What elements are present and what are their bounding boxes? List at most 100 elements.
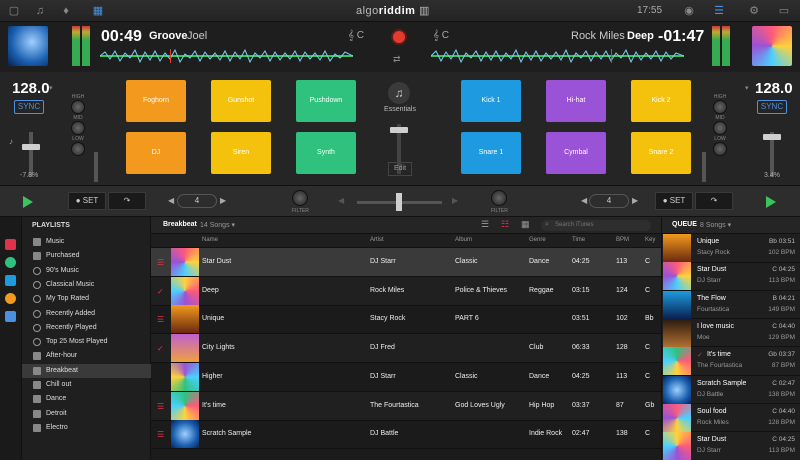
track-artwork[interactable] [171,362,199,391]
eq-right-low-knob[interactable] [713,142,727,156]
sidebar-item[interactable]: Recently Added [22,307,151,321]
deck-right-waveform[interactable] [431,49,684,63]
deck-left-loop-icon[interactable]: ↷ [108,192,146,210]
sampler-volume-knob[interactable] [390,127,408,133]
track-artwork[interactable] [171,248,199,276]
sidebar-item[interactable]: Breakbeat [22,363,151,378]
xfader-left-icon[interactable]: ◀ [338,196,344,205]
queue-artwork[interactable] [663,375,691,404]
deck-right-cover[interactable] [752,26,792,66]
deck-right-channel-fader[interactable] [702,152,706,182]
sidebar-item[interactable]: Electro [22,421,151,435]
sample-pad[interactable]: Kick 1 [461,80,521,122]
sample-pad[interactable]: Kick 2 [631,80,691,122]
eq-right-high-knob[interactable] [713,100,727,114]
bpm-stepper-icon[interactable]: ▾ [49,84,53,92]
deck-left-waveform[interactable] [100,49,353,63]
sidebar-item[interactable]: Detroit [22,407,151,421]
deck-left-play-icon[interactable] [23,196,33,208]
sampler-music-icon[interactable]: ♫ [388,82,410,104]
deck-left-sync-button[interactable]: SYNC [14,100,44,114]
sample-pad[interactable]: Snare 1 [461,132,521,174]
deck-left-set-button[interactable]: ● SET [68,192,106,210]
grid-icon[interactable]: ▦ [92,5,104,17]
queue-item[interactable]: Star Dust DJ Starr C 04:25 113 BPM [662,432,800,460]
table-row[interactable]: ☰ Star Dust DJ Starr Classic Dance 04:25 113 C [151,248,661,277]
queue-item[interactable]: Soul food Rock Miles C 04:40 128 BPM [662,403,800,433]
split-icon[interactable]: ⇄ [393,54,401,65]
queue-item[interactable]: It's time The Fourtastica Gb 03:37 87 BPM ✓ [662,347,800,376]
crossfader-knob[interactable] [396,193,402,211]
queue-artwork[interactable] [663,262,691,291]
filter-right-knob[interactable] [491,190,507,206]
queue-artwork[interactable] [663,403,691,432]
deck-left-pitch-knob[interactable] [22,144,40,150]
eq-left-low-knob[interactable] [71,142,85,156]
queue-item[interactable]: I love music Moe C 04:40 129 BPM [662,318,800,348]
deck-left-loop-next-icon[interactable]: ▶ [220,196,226,205]
deck-left-loop-length[interactable]: 4 [177,194,217,208]
track-artwork[interactable] [171,391,199,420]
sidebar-item[interactable]: 90's Music [22,264,151,278]
queue-item[interactable]: Unique Stacy Rock Bb 03:51 102 BPM [662,234,800,263]
search-input[interactable]: Search iTunes [541,220,651,231]
col-album[interactable]: Album [455,237,472,243]
deck-right-pitch-knob[interactable] [763,134,781,140]
deck-right-play-icon[interactable] [766,196,776,208]
deck-right-sync-button[interactable]: SYNC [757,100,787,114]
deck-right-loop-icon[interactable]: ↷ [695,192,733,210]
table-row[interactable]: ☰ Scratch Sample DJ Battle Indie Rock 02:47 1… [151,420,661,450]
display-icon[interactable]: ▭ [778,5,790,17]
record-button[interactable] [391,29,407,45]
sidebar-item[interactable]: Chill out [22,378,151,392]
deck-right-set-button[interactable]: ● SET [655,192,693,210]
track-artwork[interactable] [171,276,199,305]
sample-pad[interactable]: Pushdown [296,80,356,122]
deck-right-loop-length[interactable]: 4 [589,194,629,208]
col-bpm[interactable]: BPM [616,237,629,243]
deck-left-loop-prev-icon[interactable]: ◀ [168,196,174,205]
queue-artwork[interactable] [663,432,691,460]
sample-pad[interactable]: Siren [211,132,271,174]
sampler-edit-button[interactable]: Edit [388,162,412,176]
sidebar-item[interactable]: Dance [22,392,151,406]
bpm-stepper-icon-right[interactable]: ▾ [745,84,749,92]
col-time[interactable]: Time [572,237,585,243]
settings-icon[interactable]: ⚙ [748,5,760,17]
sidebar-item[interactable]: Classical Music [22,278,151,292]
deck-right-loop-prev-icon[interactable]: ◀ [581,196,587,205]
spotify-source-icon[interactable] [5,257,16,268]
track-artwork[interactable] [171,305,199,334]
sync-clock-icon[interactable]: ◉ [683,5,695,17]
layout-icon[interactable]: ☰ [713,5,725,17]
queue-item[interactable]: Scratch Sample DJ Battle C 02:47 138 BPM [662,375,800,404]
list-view-icon[interactable]: ☰ [481,219,489,230]
sidebar-item[interactable]: Recently Played [22,321,151,335]
queue-item[interactable]: The Flow Fourtastica B 04:21 149 BPM [662,290,800,320]
sidebar-item[interactable]: Purchased [22,249,151,263]
track-artwork[interactable] [171,334,199,363]
grid-view-icon[interactable]: ▦ [521,219,530,230]
sample-pad[interactable]: Hi-hat [546,80,606,122]
sample-pad[interactable]: Cymbal [546,132,606,174]
table-row[interactable]: ☰ It's time The Fourtastica God Loves Ugly H… [151,391,661,421]
sample-pad[interactable]: DJ [126,132,186,174]
xfader-right-icon[interactable]: ▶ [452,196,458,205]
deck-left-cover[interactable] [8,26,48,66]
table-row[interactable]: ✓ Deep Rock Miles Police & Thieves Reggae 03:… [151,276,661,306]
visual-icon[interactable]: ▢ [8,5,20,17]
queue-artwork[interactable] [663,234,691,262]
queue-artwork[interactable] [663,347,691,376]
sample-pad[interactable]: Gunshot [211,80,271,122]
eq-left-high-knob[interactable] [71,100,85,114]
eq-left-mid-knob[interactable] [71,121,85,135]
music-source-icon[interactable] [5,239,16,250]
queue-view-icon[interactable]: ☷ [501,219,509,230]
queue-count[interactable]: 8 Songs ▾ [700,221,731,229]
sidebar-item[interactable]: Top 25 Most Played [22,335,151,349]
sidebar-item[interactable]: Music [22,235,151,249]
files-source-icon[interactable] [5,275,16,286]
deck-right-loop-next-icon[interactable]: ▶ [632,196,638,205]
sample-pad[interactable]: Snare 2 [631,132,691,174]
queue-artwork[interactable] [663,290,691,319]
